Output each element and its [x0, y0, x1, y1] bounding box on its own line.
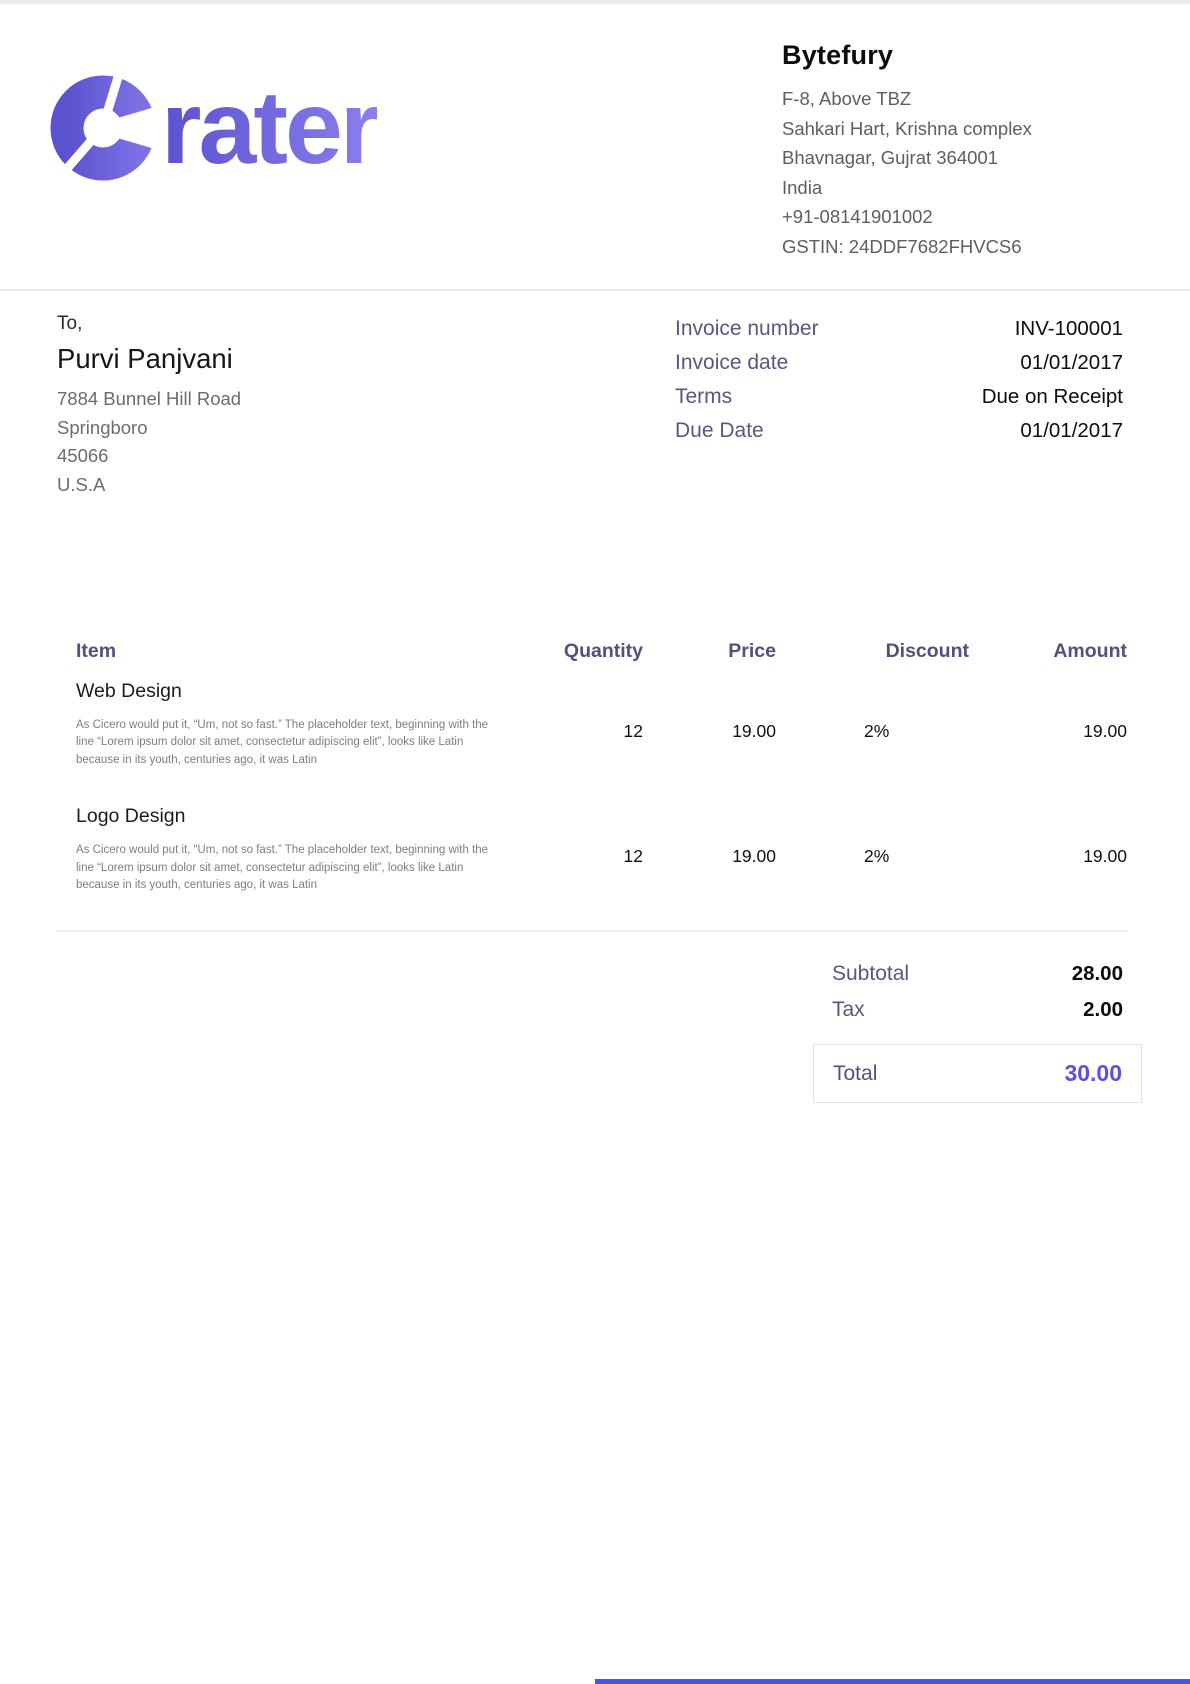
total-value: 30.00 — [1064, 1060, 1122, 1087]
item-price: 19.00 — [643, 846, 776, 867]
terms-label: Terms — [675, 385, 732, 409]
bill-to-intro: To, — [57, 313, 241, 335]
items-table-header: Item Quantity Price Discount Amount — [56, 640, 1127, 663]
item-description: As Cicero would put it, “Um, not so fast… — [76, 842, 496, 894]
invoice-header: rater Bytefury F-8, Above TBZ Sahkari Ha… — [0, 0, 1190, 291]
customer-address-line: 45066 — [57, 442, 241, 471]
due-date-row: Due Date 01/01/2017 — [675, 419, 1123, 443]
terms-row: Terms Due on Receipt — [675, 385, 1123, 409]
column-header-discount: Discount — [776, 640, 969, 663]
company-phone: +91-08141901002 — [782, 202, 1138, 232]
column-header-item: Item — [56, 640, 513, 663]
crater-logo-c-icon — [48, 73, 158, 183]
customer-address-line: 7884 Bunnel Hill Road — [57, 385, 241, 414]
tax-label: Tax — [832, 998, 865, 1022]
company-address-line: F-8, Above TBZ — [782, 84, 1138, 114]
invoice-date-row: Invoice date 01/01/2017 — [675, 351, 1123, 375]
subtotal-value: 28.00 — [1072, 962, 1123, 986]
invoice-date-value: 01/01/2017 — [1020, 351, 1123, 375]
company-info: Bytefury F-8, Above TBZ Sahkari Hart, Kr… — [782, 40, 1138, 261]
total-label: Total — [833, 1062, 877, 1086]
item-cell: Web Design As Cicero would put it, “Um, … — [56, 680, 513, 769]
table-divider — [56, 930, 1127, 932]
due-date-value: 01/01/2017 — [1020, 419, 1123, 443]
customer-name: Purvi Panjvani — [57, 343, 241, 375]
footer-accent-bar — [595, 1679, 1190, 1684]
column-header-quantity: Quantity — [513, 640, 643, 663]
item-price: 19.00 — [643, 721, 776, 742]
terms-value: Due on Receipt — [982, 385, 1123, 409]
subtotal-label: Subtotal — [832, 962, 909, 986]
company-address-line: India — [782, 173, 1138, 203]
invoice-number-value: INV-100001 — [1015, 317, 1123, 341]
customer-address-line: Springboro — [57, 414, 241, 443]
items-table: Item Quantity Price Discount Amount Web … — [56, 640, 1127, 932]
item-quantity: 12 — [513, 721, 643, 742]
item-quantity: 12 — [513, 846, 643, 867]
item-name: Logo Design — [76, 805, 513, 828]
item-name: Web Design — [76, 680, 513, 703]
company-address-line: Bhavnagar, Gujrat 364001 — [782, 143, 1138, 173]
bill-to-block: To, Purvi Panjvani 7884 Bunnel Hill Road… — [57, 313, 241, 499]
invoice-info-section: To, Purvi Panjvani 7884 Bunnel Hill Road… — [0, 291, 1190, 499]
item-description: As Cicero would put it, “Um, not so fast… — [76, 717, 496, 769]
total-box: Total 30.00 — [813, 1044, 1142, 1103]
invoice-meta-block: Invoice number INV-100001 Invoice date 0… — [675, 317, 1123, 499]
item-amount: 19.00 — [969, 846, 1127, 867]
column-header-amount: Amount — [969, 640, 1127, 663]
item-discount: 2% — [776, 721, 969, 742]
subtotal-row: Subtotal 28.00 — [813, 962, 1142, 986]
company-gstin: GSTIN: 24DDF7682FHVCS6 — [782, 232, 1138, 262]
table-row: Logo Design As Cicero would put it, “Um,… — [56, 805, 1127, 894]
item-discount: 2% — [776, 846, 969, 867]
crater-logo: rater — [48, 73, 377, 183]
tax-row: Tax 2.00 — [813, 998, 1142, 1022]
column-header-price: Price — [643, 640, 776, 663]
customer-address-line: U.S.A — [57, 471, 241, 500]
item-amount: 19.00 — [969, 721, 1127, 742]
crater-wordmark: rater — [161, 76, 377, 180]
invoice-date-label: Invoice date — [675, 351, 788, 375]
table-row: Web Design As Cicero would put it, “Um, … — [56, 680, 1127, 769]
invoice-number-row: Invoice number INV-100001 — [675, 317, 1123, 341]
item-cell: Logo Design As Cicero would put it, “Um,… — [56, 805, 513, 894]
tax-value: 2.00 — [1083, 998, 1123, 1022]
company-name: Bytefury — [782, 40, 1138, 71]
totals-section: Subtotal 28.00 Tax 2.00 Total 30.00 — [813, 962, 1142, 1103]
due-date-label: Due Date — [675, 419, 764, 443]
top-border — [0, 0, 1190, 4]
invoice-number-label: Invoice number — [675, 317, 819, 341]
invoice-page: rater Bytefury F-8, Above TBZ Sahkari Ha… — [0, 0, 1190, 1684]
company-address-line: Sahkari Hart, Krishna complex — [782, 114, 1138, 144]
